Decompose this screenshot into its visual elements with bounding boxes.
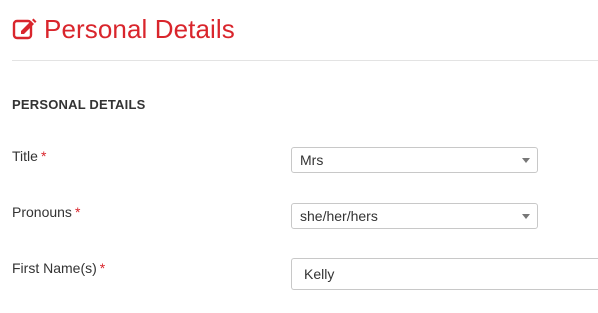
header-divider xyxy=(12,60,598,61)
chevron-down-icon xyxy=(522,214,530,219)
page-header: Personal Details xyxy=(12,12,235,46)
pronouns-select[interactable]: she/her/hers xyxy=(291,203,538,229)
pronouns-label-text: Pronouns xyxy=(12,204,72,220)
title-label: Title * xyxy=(12,147,46,165)
required-marker: * xyxy=(99,260,106,276)
section-heading: PERSONAL DETAILS xyxy=(12,97,146,112)
title-label-text: Title xyxy=(12,148,38,164)
pronouns-field-row: Pronouns * she/her/hers xyxy=(12,203,598,235)
pronouns-label: Pronouns * xyxy=(12,203,80,221)
first-names-input-value: Kelly xyxy=(304,266,335,282)
title-select[interactable]: Mrs xyxy=(291,147,538,173)
required-marker: * xyxy=(74,204,81,220)
first-names-label-text: First Name(s) xyxy=(12,260,97,276)
edit-icon xyxy=(12,16,38,42)
chevron-down-icon xyxy=(522,158,530,163)
title-select-value: Mrs xyxy=(300,152,324,168)
title-field-row: Title * Mrs xyxy=(12,147,598,179)
page-title: Personal Details xyxy=(44,14,235,44)
required-marker: * xyxy=(40,148,47,164)
first-names-label: First Name(s) * xyxy=(12,259,105,277)
first-names-field-row: First Name(s) * Kelly xyxy=(12,258,598,290)
pronouns-select-value: she/her/hers xyxy=(300,208,378,224)
first-names-input[interactable]: Kelly xyxy=(291,258,598,290)
personal-details-page: Personal Details PERSONAL DETAILS Title *… xyxy=(0,0,598,313)
